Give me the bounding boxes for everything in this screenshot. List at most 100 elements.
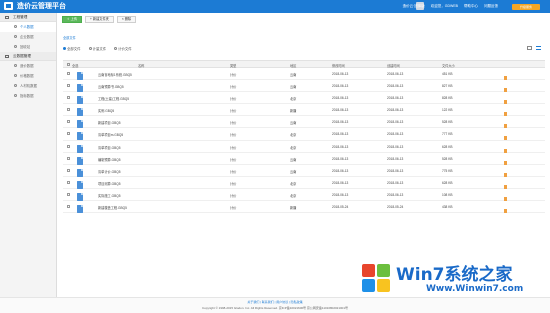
upload-button[interactable]: ⇧ 上传	[62, 16, 83, 23]
cell-created: 2018-06-13	[387, 72, 404, 76]
radio-icon[interactable]	[88, 47, 92, 50]
radio-icon[interactable]	[114, 47, 118, 50]
new-folder-label: 新建文件夹	[92, 17, 109, 21]
watermark: Win7系统之家 Www.Winwin7.com	[362, 258, 546, 298]
filter-all[interactable]: 全部文件	[63, 46, 81, 51]
toolbar: ⇧ 上传 + 新建文件夹 × 删除	[62, 16, 137, 23]
cell-name[interactable]: 工程(土建)工程.GBQ5	[98, 96, 129, 101]
table-row[interactable]: 新建项目.GBQ5 计价 云南 2018-06-13 2018-06-13 528 KB	[63, 116, 545, 129]
upgrade-button[interactable]: 升级服务	[512, 4, 540, 10]
row-checkbox[interactable]	[67, 96, 70, 100]
row-checkbox[interactable]	[67, 120, 70, 124]
cell-modified: 2018-06-13	[332, 108, 349, 113]
grid-view-icon[interactable]	[527, 46, 532, 50]
cell-size: 528 KB	[442, 120, 453, 125]
table-row[interactable]: 新建楼盘工程.GBQ5 计价 新疆 2018-05-24 2018-05-24 438 K…	[63, 201, 545, 214]
cell-modified: 2018-06-13	[332, 168, 349, 173]
select-all-checkbox[interactable]	[67, 63, 70, 66]
cell-name[interactable]: 新建项目.GBQ5	[98, 120, 121, 125]
table-row[interactable]: 编制预算.GBQ5 计价 云南 2018-06-13 2018-06-13 528 KB	[63, 153, 545, 165]
table-row[interactable]: 云南预算书.GBQ5 计价 云南 2018-06-13 2018-06-13 827 KB	[63, 80, 545, 93]
feedback-link[interactable]: 问题反馈	[484, 3, 498, 10]
table-row[interactable]: 实例.GBQ5 计价 新疆 2018-06-13 2018-06-13 122 KB	[63, 104, 545, 117]
cell-name[interactable]: 实际施工.GBQ5	[98, 193, 121, 198]
cell-name[interactable]: 新建楼盘工程.GBQ5	[98, 205, 127, 210]
cell-name[interactable]: 项目测算.GBQ5	[98, 181, 121, 186]
delete-label: 删除	[124, 17, 132, 21]
trash-icon	[14, 45, 17, 48]
sidebar-item-labor-material-data[interactable]: 人材机数据	[0, 81, 56, 91]
row-checkbox[interactable]	[67, 84, 70, 88]
file-icon	[77, 180, 83, 189]
row-checkbox[interactable]	[67, 192, 70, 196]
filter-pricing[interactable]: 计价文件	[114, 46, 132, 51]
sidebar-item-index-data[interactable]: 指标数据	[0, 91, 56, 101]
cell-size: 828 KB	[442, 96, 453, 101]
row-checkbox[interactable]	[67, 156, 70, 160]
table-row[interactable]: 项目测算.GBQ5 计价 北京 2018-06-13 2018-06-13 628 KB	[63, 177, 545, 189]
cell-modified: 2018-06-13	[332, 144, 349, 149]
cell-size: 528 KB	[442, 156, 453, 161]
folder-plus-icon: +	[90, 17, 92, 21]
page: 造价云管理平台 造价云·团体版 欢迎您，GDWEB 帮助中心 问题反馈 升级服务…	[0, 0, 550, 313]
breadcrumb[interactable]: 全部文件	[63, 35, 76, 40]
material-icon	[14, 84, 17, 87]
company-icon	[14, 35, 17, 38]
delete-button[interactable]: × 删除	[116, 16, 137, 23]
cell-region: 北京	[290, 181, 297, 186]
cell-region: 云南	[290, 73, 297, 77]
row-checkbox[interactable]	[67, 132, 70, 136]
row-checkbox[interactable]	[67, 72, 70, 75]
cell-modified: 2018-06-13	[332, 180, 349, 185]
row-checkbox[interactable]	[67, 180, 70, 184]
file-icon	[77, 72, 83, 80]
cell-type: 计价	[230, 73, 237, 77]
cell-name[interactable]: 编制预算.GBQ5	[98, 157, 121, 162]
new-folder-button[interactable]: + 新建文件夹	[85, 16, 114, 23]
sidebar-item-cost-data[interactable]: 造价数据	[0, 61, 56, 71]
help-link[interactable]: 帮助中心	[464, 3, 478, 10]
table-row[interactable]: 云南省地标1系统.GBQ5 计价 云南 2018-06-13 2018-06-13 451…	[63, 68, 545, 81]
sidebar-group-project[interactable]: 工程管理	[0, 13, 56, 22]
cell-created: 2018-06-13	[387, 180, 404, 185]
sidebar-item-price-data[interactable]: 价格数据	[0, 71, 56, 81]
cell-created: 2018-06-13	[387, 132, 404, 137]
cell-name[interactable]: 云南省地标1系统.GBQ5	[98, 72, 132, 77]
cell-modified: 2018-05-24	[332, 205, 349, 210]
sidebar-item-personal-data[interactable]: 个人数据	[0, 22, 56, 32]
list-view-icon[interactable]	[536, 46, 541, 50]
filter-measure[interactable]: 计量文件	[88, 46, 107, 51]
cell-name[interactable]: 清单计价.GBQ5	[98, 169, 121, 174]
delete-icon[interactable]	[504, 209, 507, 214]
sidebar-item-recycle-bin[interactable]: 回收站	[0, 42, 56, 52]
table-row[interactable]: 清单项目.GBQ5 计价 北京 2018-06-13 2018-06-13 628 KB	[63, 141, 545, 153]
radio-icon[interactable]	[63, 47, 66, 50]
row-checkbox[interactable]	[67, 168, 70, 172]
user-greeting[interactable]: 欢迎您，GDWEB	[431, 3, 458, 10]
table-row[interactable]: 实际施工.GBQ5 计价 北京 2018-06-13 2018-06-13 108 KB	[63, 189, 545, 202]
table-row[interactable]: 清单项目m.GBQ5 计价 北京 2018-06-13 2018-06-13 777 KB	[63, 128, 545, 141]
filter-label: 计量文件	[92, 47, 107, 51]
sidebar-item-label: 回收站	[20, 45, 31, 49]
cell-type: 计价	[230, 193, 237, 198]
cell-size: 777 KB	[442, 132, 453, 137]
cell-name[interactable]: 实例.GBQ5	[98, 108, 114, 113]
sidebar-item-company-data[interactable]: 企业数据	[0, 32, 56, 42]
sidebar-item-label: 造价数据	[20, 64, 34, 68]
cell-name[interactable]: 清单项目.GBQ5	[98, 145, 121, 150]
cell-type: 计价	[230, 97, 237, 102]
row-checkbox[interactable]	[67, 205, 70, 209]
watermark-url: Www.Winwin7.com	[426, 284, 524, 294]
team-link[interactable]: 造价云·团体版	[403, 3, 425, 10]
row-checkbox[interactable]	[67, 108, 70, 112]
sidebar-group-cloud[interactable]: 云数据管理	[0, 52, 56, 61]
chart-icon	[14, 94, 17, 97]
cell-name[interactable]: 云南预算书.GBQ5	[98, 84, 124, 89]
cell-modified: 2018-06-13	[332, 192, 349, 197]
cell-name[interactable]: 清单项目m.GBQ5	[98, 132, 123, 137]
price-icon	[14, 74, 17, 77]
table-row[interactable]: 工程(土建)工程.GBQ5 计价 北京 2018-06-13 2018-06-13 828…	[63, 92, 545, 105]
footer-links[interactable]: 关于我们 | 联系我们 | 用户协议 | 隐私政策	[0, 300, 550, 304]
table-row[interactable]: 清单计价.GBQ5 计价 云南 2018-06-13 2018-06-13 775 KB	[63, 165, 545, 177]
row-checkbox[interactable]	[67, 144, 70, 148]
